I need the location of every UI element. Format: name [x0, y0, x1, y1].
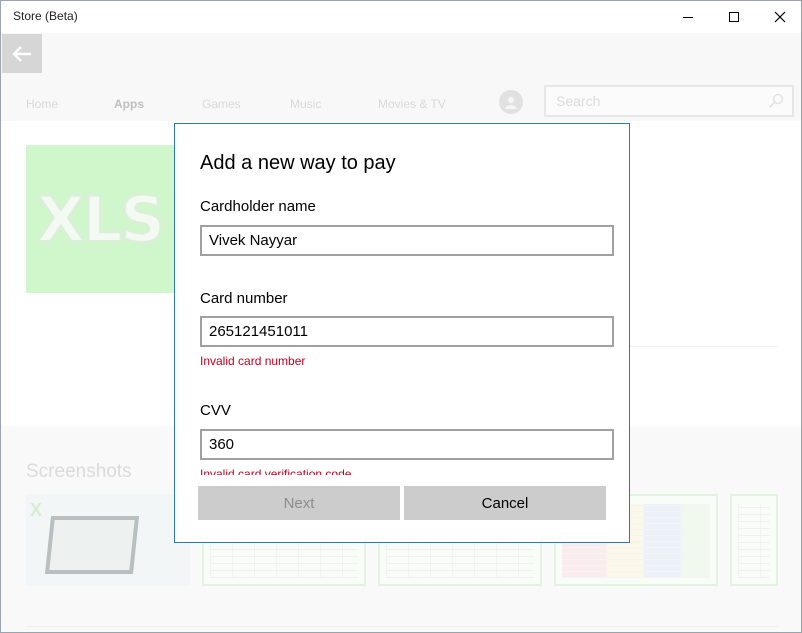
- card-number-error: Invalid card number: [200, 354, 306, 368]
- store-window: Store (Beta) Home Apps Games Music Movie…: [0, 0, 802, 633]
- next-button[interactable]: Next: [198, 486, 400, 520]
- close-icon: [774, 11, 786, 23]
- cardholder-label: Cardholder name: [200, 198, 316, 215]
- cvv-label: CVV: [200, 402, 231, 419]
- cardholder-name-input[interactable]: [200, 225, 614, 256]
- minimize-button[interactable]: [665, 1, 711, 33]
- maximize-icon: [729, 12, 739, 22]
- window-title: Store (Beta): [13, 9, 78, 23]
- maximize-button[interactable]: [711, 1, 757, 33]
- close-button[interactable]: [757, 1, 801, 33]
- dialog-title: Add a new way to pay: [200, 152, 396, 174]
- title-bar[interactable]: Store (Beta): [1, 1, 801, 33]
- card-number-label: Card number: [200, 290, 288, 307]
- minimize-icon: [683, 17, 693, 18]
- cancel-button[interactable]: Cancel: [404, 486, 606, 520]
- card-number-input[interactable]: [200, 316, 614, 347]
- payment-dialog: Add a new way to pay Cardholder name Car…: [174, 123, 630, 543]
- cvv-input[interactable]: [200, 429, 614, 460]
- cvv-error: Invalid card verification code: [200, 467, 352, 475]
